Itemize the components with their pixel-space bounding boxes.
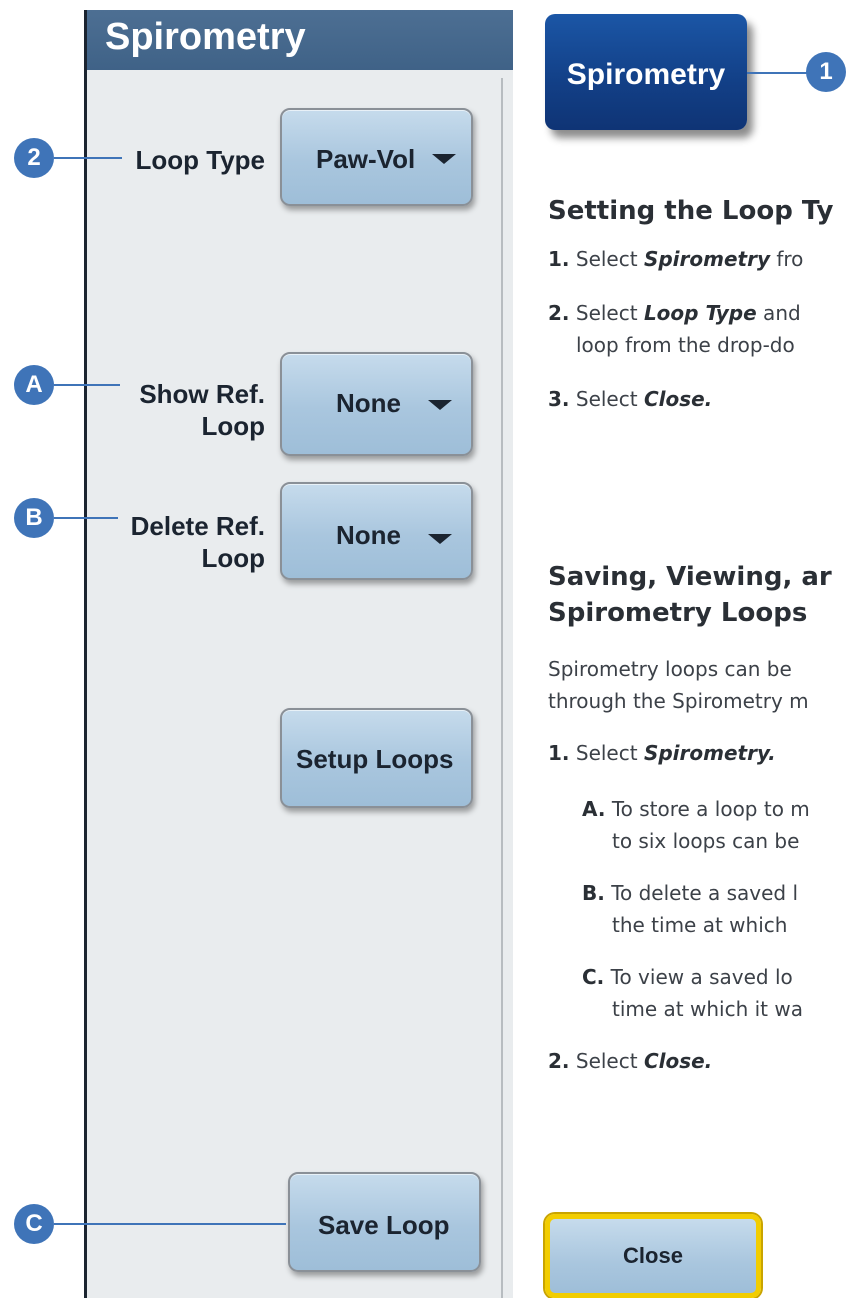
section-heading-saving-line2: Spirometry Loops	[548, 598, 808, 628]
spirometry-button-label: Spirometry	[566, 58, 726, 91]
callout-a: A	[14, 365, 54, 405]
section-heading-loop-type: Setting the Loop Ty	[548, 196, 834, 226]
callout-b-leader	[54, 517, 118, 519]
spirometry-panel: Spirometry Loop Type Paw-Vol Show Ref. L…	[84, 10, 513, 1298]
callout-b: B	[14, 498, 54, 538]
callout-c-leader	[54, 1223, 286, 1225]
section-heading-saving: Saving, Viewing, ar	[548, 562, 832, 592]
chevron-down-icon	[428, 400, 452, 410]
substep-b-cont: the time at which	[612, 913, 788, 937]
show-ref-loop-label: Show Ref. Loop	[139, 379, 265, 441]
substep-b: B. To delete a saved l	[582, 881, 799, 905]
callout-a-leader	[54, 384, 120, 386]
section2-step-1: 1. Select Spirometry.	[548, 741, 776, 765]
spirometry-button[interactable]: Spirometry	[545, 14, 747, 130]
callout-1-leader	[747, 72, 815, 74]
section1-step-3: 3. Select Close.	[548, 387, 713, 411]
close-button[interactable]: Close	[545, 1214, 761, 1298]
substep-a: A. To store a loop to m	[582, 797, 810, 821]
callout-c: C	[14, 1204, 54, 1244]
substep-c-cont: time at which it wa	[612, 997, 803, 1021]
show-ref-loop-dropdown[interactable]: None	[280, 352, 473, 456]
delete-ref-loop-value: None	[336, 520, 401, 550]
delete-ref-loop-dropdown[interactable]: None	[280, 482, 473, 580]
setup-loops-button[interactable]: Setup Loops	[280, 708, 473, 808]
section2-intro-line2: through the Spirometry m	[548, 689, 809, 713]
substep-c: C. To view a saved lo	[582, 965, 793, 989]
section1-step-1: 1. Select Spirometry fro	[548, 247, 804, 271]
chevron-down-icon	[432, 154, 456, 164]
panel-scroll-divider	[501, 78, 503, 1298]
callout-2-leader	[54, 157, 122, 159]
section1-step-2: 2. Select Loop Type and	[548, 301, 801, 325]
save-loop-button[interactable]: Save Loop	[288, 1172, 481, 1272]
callout-1: 1	[806, 52, 846, 92]
chevron-down-icon	[428, 534, 452, 544]
panel-header: Spirometry	[87, 10, 513, 70]
show-ref-loop-value: None	[336, 388, 401, 418]
delete-ref-loop-label: Delete Ref. Loop	[130, 511, 265, 573]
section1-step-2-cont: loop from the drop-do	[576, 333, 795, 357]
section2-step-2: 2. Select Close.	[548, 1049, 713, 1073]
loop-type-dropdown[interactable]: Paw-Vol	[280, 108, 473, 206]
loop-type-label: Loop Type	[135, 145, 265, 175]
close-button-label: Close	[623, 1243, 683, 1268]
section2-intro: Spirometry loops can be	[548, 657, 792, 681]
panel-title: Spirometry	[105, 16, 306, 58]
save-loop-label: Save Loop	[318, 1210, 450, 1240]
callout-2: 2	[14, 138, 54, 178]
setup-loops-label: Setup Loops	[296, 744, 454, 774]
substep-a-cont: to six loops can be	[612, 829, 800, 853]
loop-type-value: Paw-Vol	[316, 144, 416, 174]
